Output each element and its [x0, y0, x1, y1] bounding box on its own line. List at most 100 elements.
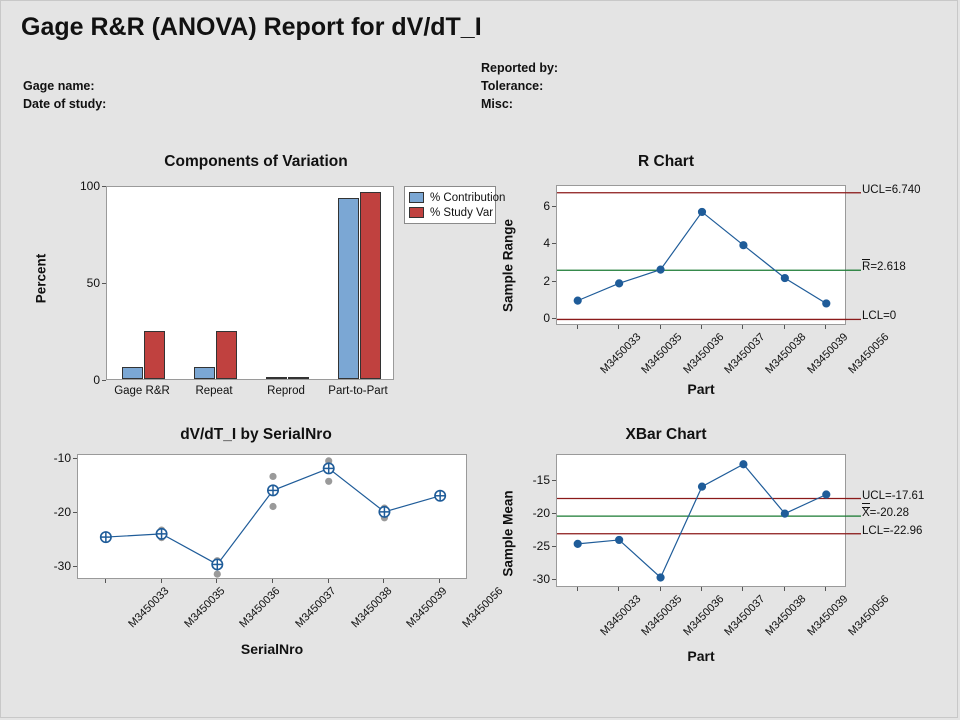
legend-label-study-var: % Study Var: [430, 206, 494, 219]
dvdt-by-serialnro-ytick-label: -20: [53, 504, 71, 519]
r-chart-xtick-label: M3450033: [597, 331, 644, 377]
xbar-chart-xtick-label: M3450039: [805, 593, 851, 639]
r-chart-xtick-label: M3450037: [722, 331, 768, 377]
cov-xtick-label: Repeat: [195, 385, 233, 397]
r-chart-title: R Chart: [638, 153, 694, 170]
r-chart-xtick-label: M3450035: [639, 331, 685, 377]
xbar-chart-ytick-label: -30: [532, 572, 550, 587]
dvdt-by-serialnro-series-layer: [99, 457, 447, 578]
dvdt-by-serialnro-ytick-label: -10: [53, 451, 71, 466]
r-chart-xtick-mark: [659, 325, 661, 329]
legend-item-study-var: % Study Var: [409, 205, 493, 220]
gage-rr-report-page: Gage R&R (ANOVA) Report for dV/dT_I Gage…: [0, 0, 958, 718]
xbar-chart-xtick-label: M3450038: [763, 593, 809, 639]
dvdt-by-serialnro-panel: dV/dT_I by SerialNro SerialNro -10 -20 -30…: [21, 426, 506, 706]
bar-study-var: [143, 330, 165, 379]
legend-item-contribution: % Contribution: [409, 190, 505, 205]
cov-ytick-label: 100: [79, 179, 100, 193]
r-chart-xtick-mark: [742, 325, 744, 329]
cov-ytick-mark: [102, 186, 106, 187]
xbar-chart-xtick-mark: [576, 587, 578, 591]
xbar-chart-xtick-mark: [742, 587, 744, 591]
dvdt-by-serialnro-ytick-mark: [73, 458, 77, 460]
xbar-chart-xtick-label: M3450033: [597, 593, 644, 639]
r-chart-xtick-label: M3450038: [763, 331, 809, 377]
dvdt-by-serialnro-ytick-mark: [73, 565, 77, 567]
date-of-study-label: Date of study:: [23, 97, 107, 111]
legend-swatch-contribution: [409, 192, 424, 203]
cov-ytick-mark: [102, 380, 106, 381]
dvdt-by-serialnro-ytick-mark: [73, 511, 77, 513]
dvdt-by-serialnro-xtick-mark: [104, 579, 106, 583]
r-chart-plot: [556, 185, 861, 325]
xbar-chart-xtick-mark: [825, 587, 827, 591]
bar-study-var: [215, 330, 237, 379]
xbar-chart-xtick-mark: [783, 587, 785, 591]
dvdt-by-serialnro-xtick-mark: [216, 579, 218, 583]
xbar-chart-series-layer: [557, 460, 861, 582]
xbar-chart-limit-label-ucl: UCL=-17.61: [862, 489, 925, 502]
xbar-chart-ytick-label: -15: [532, 473, 550, 488]
r-chart-ytick-mark: [552, 205, 556, 207]
r-chart-xtick-mark: [618, 325, 620, 329]
dvdt-by-serialnro-xtick-mark: [383, 579, 385, 583]
bar-contribution: [265, 377, 287, 379]
xbar-chart-ytick-label: -20: [532, 506, 550, 521]
r-chart-ytick-mark: [552, 280, 556, 282]
components-of-variation-title: Components of Variation: [164, 153, 348, 170]
components-of-variation-legend: % Contribution % Study Var: [404, 186, 505, 224]
dvdt-by-serialnro-xtick-label: M3450039: [404, 585, 450, 631]
r-chart-ytick-label: 2: [543, 273, 550, 288]
xbar-chart-xtick-label: M3450037: [722, 593, 768, 639]
xbar-chart-title: XBar Chart: [625, 426, 707, 443]
xbar-chart-panel: XBar Chart Sample Mean Part -15 -20 -25 -30…: [491, 426, 960, 711]
xbar-chart-xtick-mark: [701, 587, 702, 591]
cov-ytick-label: 0: [93, 373, 100, 387]
r-chart-panel: R Chart Sample Range Part 0 2 4 6 M3450033 M3…: [491, 153, 960, 418]
components-of-variation-ylabel: Percent: [33, 253, 49, 304]
r-chart-xtick-mark: [825, 325, 827, 329]
misc-label: Misc:: [481, 97, 513, 111]
cov-xtick-label: Gage R&R: [114, 385, 170, 397]
dvdt-by-serialnro-xtick-label: M3450038: [348, 585, 395, 631]
r-chart-ytick-mark: [552, 318, 556, 320]
xbar-chart-xtick-label: M3450056: [846, 593, 892, 639]
dvdt-by-serialnro-xtick-mark: [439, 579, 441, 583]
gage-name-label: Gage name:: [23, 79, 95, 93]
xbar-chart-plot: [556, 454, 861, 587]
reported-by-label: Reported by:: [481, 61, 559, 75]
dvdt-by-serialnro-xlabel: SerialNro: [240, 641, 304, 657]
dvdt-by-serialnro-xtick-mark: [160, 579, 162, 583]
r-chart-ytick-label: 6: [543, 198, 550, 213]
r-chart-xtick-label: M3450056: [846, 331, 892, 377]
cov-ytick-mark: [102, 283, 106, 284]
dvdt-by-serialnro-xtick-mark: [272, 579, 273, 583]
xbar-chart-ytick-mark: [552, 579, 556, 581]
bar-study-var: [359, 191, 381, 379]
r-chart-ytick-label: 0: [543, 311, 550, 326]
r-chart-xtick-mark: [783, 325, 785, 329]
r-chart-xlabel: Part: [687, 381, 715, 397]
dvdt-by-serialnro-plot: [77, 454, 467, 579]
r-chart-limit-label-rbar: R=2.618: [862, 259, 906, 274]
page-title: Gage R&R (ANOVA) Report for dV/dT_I: [21, 13, 482, 41]
xbar-chart-xlabel: Part: [687, 648, 715, 664]
xbar-chart-xtick-mark: [659, 587, 661, 591]
components-of-variation-plot: [106, 186, 394, 380]
legend-swatch-study-var: [409, 207, 424, 218]
r-chart-ytick-label: 4: [543, 236, 550, 251]
xbar-chart-xtick-label: M3450035: [639, 593, 685, 639]
xbar-chart-ytick-mark: [552, 480, 556, 482]
xbar-chart-limit-label-lcl: LCL=-22.96: [862, 524, 923, 537]
dvdt-by-serialnro-xtick-label: M3450037: [293, 585, 339, 631]
xbar-chart-ytick-mark: [552, 546, 556, 548]
r-chart-limit-label-ucl: UCL=6.740: [862, 183, 921, 196]
r-chart-xtick-label: M3450039: [805, 331, 851, 377]
bar-contribution: [193, 366, 215, 379]
dvdt-by-serialnro-title: dV/dT_I by SerialNro: [180, 426, 332, 443]
bar-contribution: [337, 197, 359, 379]
dvdt-by-serialnro-xtick-label: M3450033: [126, 585, 172, 631]
xbar-chart-ytick-label: -25: [532, 539, 550, 554]
r-chart-limit-label-lcl: LCL=0: [862, 310, 897, 323]
r-chart-ylabel: Sample Range: [500, 218, 516, 313]
